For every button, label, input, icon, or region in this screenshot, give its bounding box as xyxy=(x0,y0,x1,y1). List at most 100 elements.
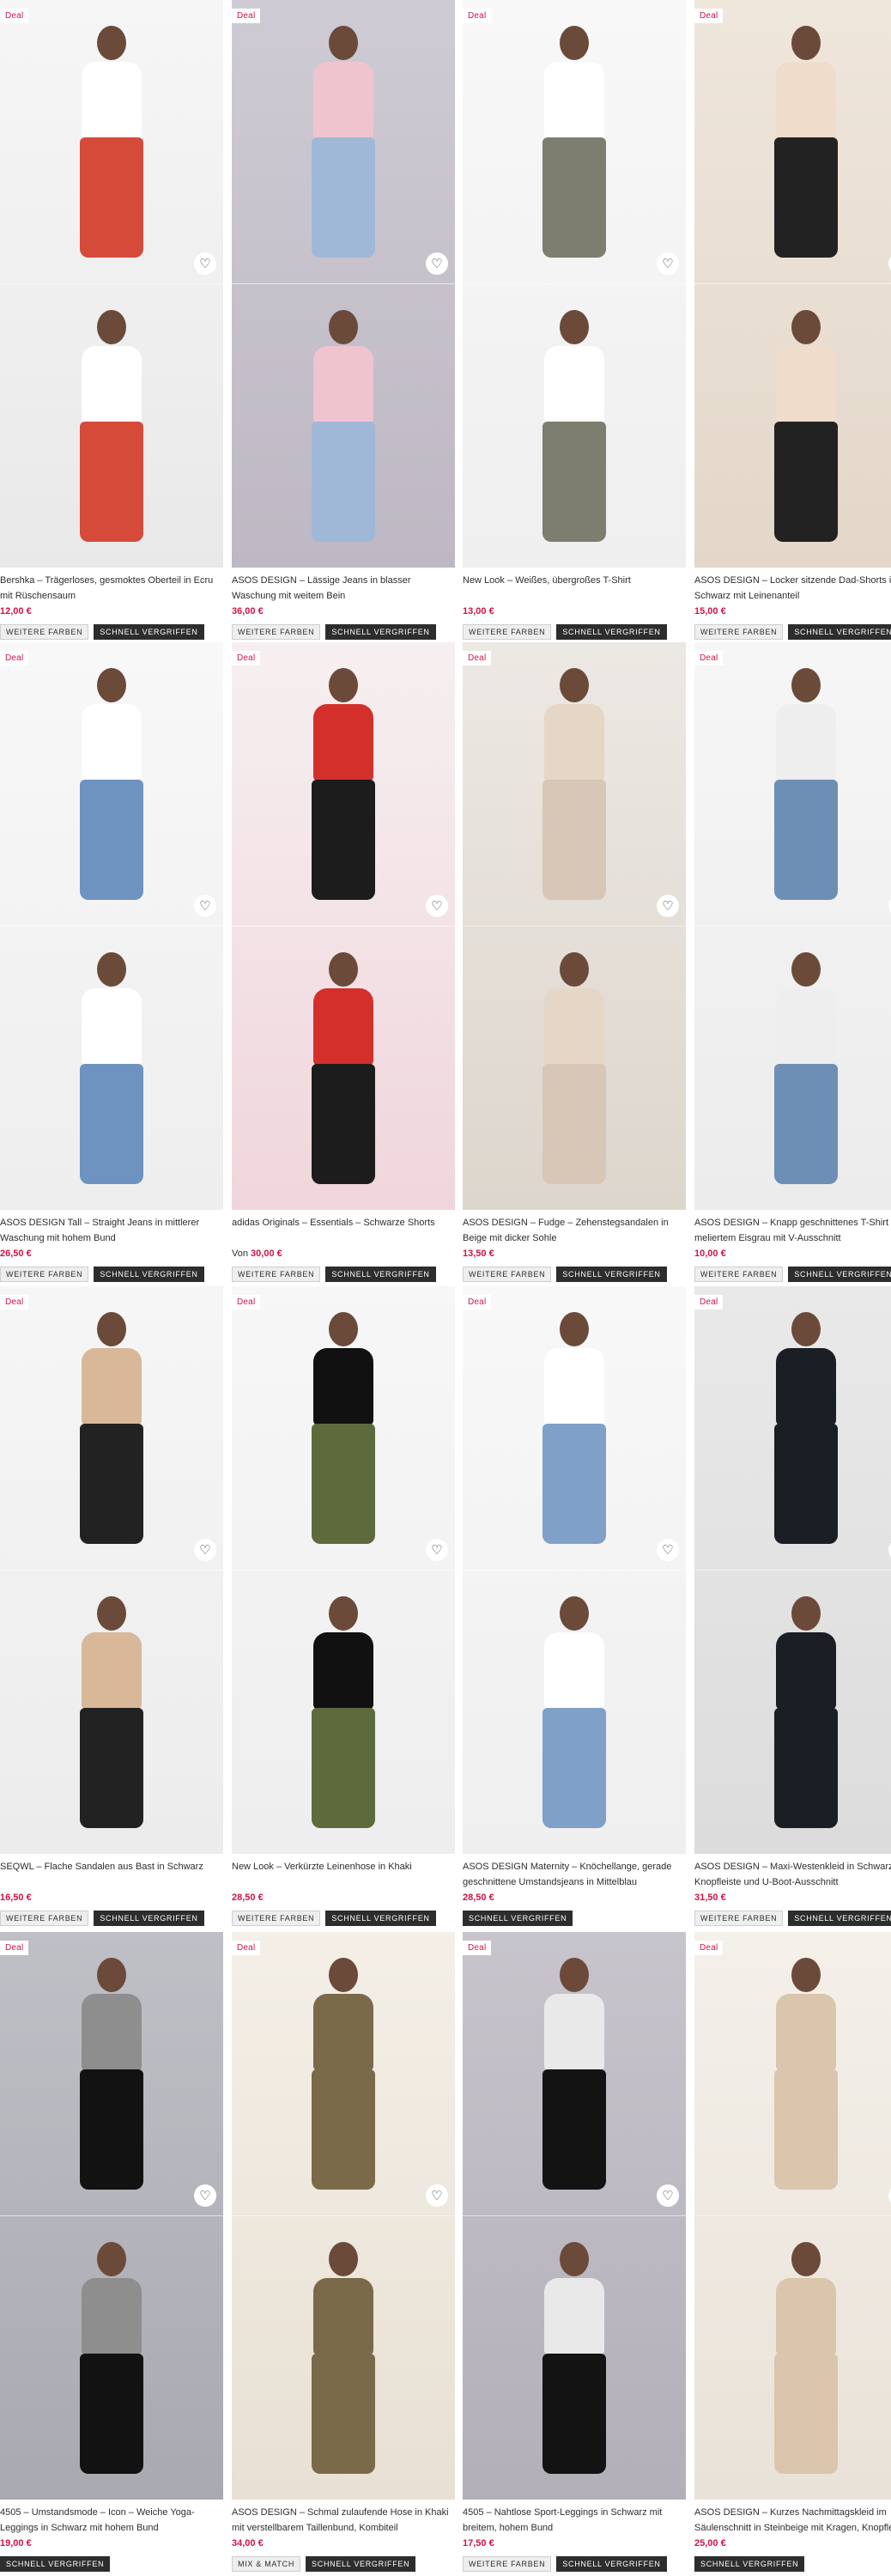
model-figure xyxy=(305,952,382,1193)
product-name[interactable]: 4505 – Umstandsmode – Icon – Weiche Yoga… xyxy=(0,2505,223,2536)
product-name[interactable]: ASOS DESIGN – Maxi-Westenkleid in Schwar… xyxy=(694,1859,891,1890)
product-name[interactable]: ASOS DESIGN – Fudge – Zehenstegsandalen … xyxy=(463,1215,686,1246)
product-image[interactable]: Deal♡ xyxy=(694,1932,891,2500)
product-name[interactable]: SEQWL – Flache Sandalen aus Bast in Schw… xyxy=(0,1859,223,1890)
model-head xyxy=(791,1596,821,1631)
model-bottom xyxy=(312,1424,375,1544)
heart-icon[interactable]: ♡ xyxy=(657,895,679,917)
heart-icon[interactable]: ♡ xyxy=(194,1539,216,1561)
product-image[interactable]: Deal♡ xyxy=(232,642,455,1210)
product-name[interactable]: adidas Originals – Essentials – Schwarze… xyxy=(232,1215,455,1246)
product-card[interactable]: Deal ♡ ASOS DESIGN – Lässige Jeans in blas… xyxy=(232,0,455,640)
product-image[interactable]: Deal♡ xyxy=(232,1286,455,1854)
heart-icon[interactable]: ♡ xyxy=(426,1539,448,1561)
product-image[interactable]: Deal♡ xyxy=(0,1932,223,2500)
model-head xyxy=(791,26,821,60)
product-price: 12,00 € xyxy=(0,606,223,620)
heart-icon[interactable]: ♡ xyxy=(194,895,216,917)
model-top xyxy=(544,1632,604,1710)
product-name[interactable]: ASOS DESIGN – Schmal zulaufende Hose in … xyxy=(232,2505,455,2536)
model-head xyxy=(97,668,126,702)
product-image[interactable]: Deal♡ xyxy=(694,0,891,568)
product-image[interactable]: Deal♡ xyxy=(463,0,686,568)
product-tags: SCHNELL VERGRIFFEN xyxy=(463,1911,686,1926)
product-name[interactable]: Bershka – Trägerloses, gesmoktes Obertei… xyxy=(0,573,223,604)
price-value: 30,00 € xyxy=(251,1249,282,1259)
heart-icon[interactable]: ♡ xyxy=(657,252,679,275)
heart-icon[interactable]: ♡ xyxy=(426,2184,448,2207)
model-top xyxy=(544,2278,604,2355)
product-name[interactable]: ASOS DESIGN – Lässige Jeans in blasser W… xyxy=(232,573,455,604)
model-head xyxy=(791,1958,821,1992)
product-image[interactable]: Deal♡ xyxy=(694,1286,891,1854)
price-value: 19,00 € xyxy=(0,2538,32,2549)
heart-icon[interactable]: ♡ xyxy=(426,252,448,275)
product-image[interactable]: Deal♡ xyxy=(0,1286,223,1854)
product-name[interactable]: ASOS DESIGN Tall – Straight Jeans in mit… xyxy=(0,1215,223,1246)
product-image[interactable]: Deal♡ xyxy=(232,1932,455,2500)
heart-icon[interactable]: ♡ xyxy=(194,2184,216,2207)
heart-icon[interactable]: ♡ xyxy=(657,1539,679,1561)
model-figure xyxy=(305,1312,382,1552)
product-name[interactable]: ASOS DESIGN – Locker sitzende Dad-Shorts… xyxy=(694,573,891,604)
product-card[interactable]: Deal ♡ Bershka – Trägerloses, gesmoktes Ob… xyxy=(0,0,223,640)
product-photo-back xyxy=(694,927,891,1210)
heart-icon[interactable]: ♡ xyxy=(426,895,448,917)
price-value: 10,00 € xyxy=(694,1249,726,1259)
price-value: 26,50 € xyxy=(0,1249,32,1259)
model-head xyxy=(97,1958,126,1992)
product-image[interactable]: Deal♡ xyxy=(463,642,686,1210)
selling-fast-tag: SCHNELL VERGRIFFEN xyxy=(94,1911,204,1926)
product-tags: WEITERE FARBEN SCHNELL VERGRIFFEN xyxy=(232,624,455,640)
model-head xyxy=(791,952,821,987)
model-top xyxy=(776,346,836,423)
product-name[interactable]: New Look – Weißes, übergroßes T-Shirt xyxy=(463,573,686,604)
product-image[interactable]: Deal♡ xyxy=(0,0,223,568)
product-card[interactable]: Deal♡ ASOS DESIGN – Locker sitzende Dad-S… xyxy=(694,0,891,640)
selling-fast-tag: SCHNELL VERGRIFFEN xyxy=(463,1911,573,1926)
model-top xyxy=(776,1994,836,2071)
model-figure xyxy=(536,1958,613,2198)
heart-icon[interactable]: ♡ xyxy=(657,2184,679,2207)
product-card[interactable]: Deal♡ ASOS DESIGN – Maxi-Westenkleid in S… xyxy=(694,1286,891,1926)
model-top xyxy=(82,346,142,423)
product-photo-back xyxy=(0,1571,223,1854)
product-name[interactable]: ASOS DESIGN – Kurzes Nachmittagskleid im… xyxy=(694,2505,891,2536)
product-name[interactable]: 4505 – Nahtlose Sport-Leggings in Schwar… xyxy=(463,2505,686,2536)
product-card[interactable]: Deal ♡ ASOS DESIGN Maternity – Knöchellang… xyxy=(463,1286,686,1926)
heart-icon[interactable]: ♡ xyxy=(194,252,216,275)
product-photo-front xyxy=(0,1932,223,2215)
product-name[interactable]: ASOS DESIGN – Knapp geschnittenes T-Shir… xyxy=(694,1215,891,1246)
model-bottom xyxy=(80,1424,143,1544)
model-head xyxy=(97,26,126,60)
product-image[interactable]: Deal♡ xyxy=(694,642,891,1210)
product-image[interactable]: Deal♡ xyxy=(463,1932,686,2500)
product-card[interactable]: Deal ♡ New Look – Weißes, übergroßes T-Shi… xyxy=(463,0,686,640)
product-price: 16,50 € xyxy=(0,1893,223,1906)
product-image[interactable]: Deal♡ xyxy=(463,1286,686,1854)
product-photo-back xyxy=(694,284,891,568)
more-colors-tag: WEITERE FARBEN xyxy=(463,2556,552,2572)
product-image[interactable]: Deal♡ xyxy=(0,642,223,1210)
product-card[interactable]: Deal ♡ ASOS DESIGN Tall – Straight Jeans i… xyxy=(0,642,223,1282)
model-bottom xyxy=(774,1064,838,1184)
product-name[interactable]: New Look – Verkürzte Leinenhose in Khaki xyxy=(232,1859,455,1890)
product-card[interactable]: Deal ♡ adidas Originals – Essentials – Sch… xyxy=(232,642,455,1282)
model-head xyxy=(791,2242,821,2276)
model-bottom xyxy=(80,2354,143,2474)
model-bottom xyxy=(542,780,606,900)
product-card[interactable]: Deal ♡ SEQWL – Flache Sandalen aus Bast in… xyxy=(0,1286,223,1926)
product-price: Von 30,00 € xyxy=(232,1249,455,1262)
product-card[interactable]: Deal ♡ ASOS DESIGN – Schmal zulaufende Hos… xyxy=(232,1932,455,2572)
product-card[interactable]: Deal♡ ASOS DESIGN – Kurzes Nachmittagskle… xyxy=(694,1932,891,2572)
product-card[interactable]: Deal ♡ 4505 – Umstandsmode – Icon – Weiche… xyxy=(0,1932,223,2572)
model-bottom xyxy=(774,780,838,900)
model-head xyxy=(329,1312,358,1346)
product-card[interactable]: Deal ♡ ASOS DESIGN – Fudge – Zehenstegsand… xyxy=(463,642,686,1282)
price-value: 13,50 € xyxy=(463,1249,494,1259)
product-image[interactable]: Deal♡ xyxy=(232,0,455,568)
product-card[interactable]: Deal♡ ASOS DESIGN – Knapp geschnittenes T… xyxy=(694,642,891,1282)
product-card[interactable]: Deal ♡ 4505 – Nahtlose Sport-Leggings in S… xyxy=(463,1932,686,2572)
product-card[interactable]: Deal ♡ New Look – Verkürzte Leinenhose in … xyxy=(232,1286,455,1926)
product-name[interactable]: ASOS DESIGN Maternity – Knöchellange, ge… xyxy=(463,1859,686,1890)
